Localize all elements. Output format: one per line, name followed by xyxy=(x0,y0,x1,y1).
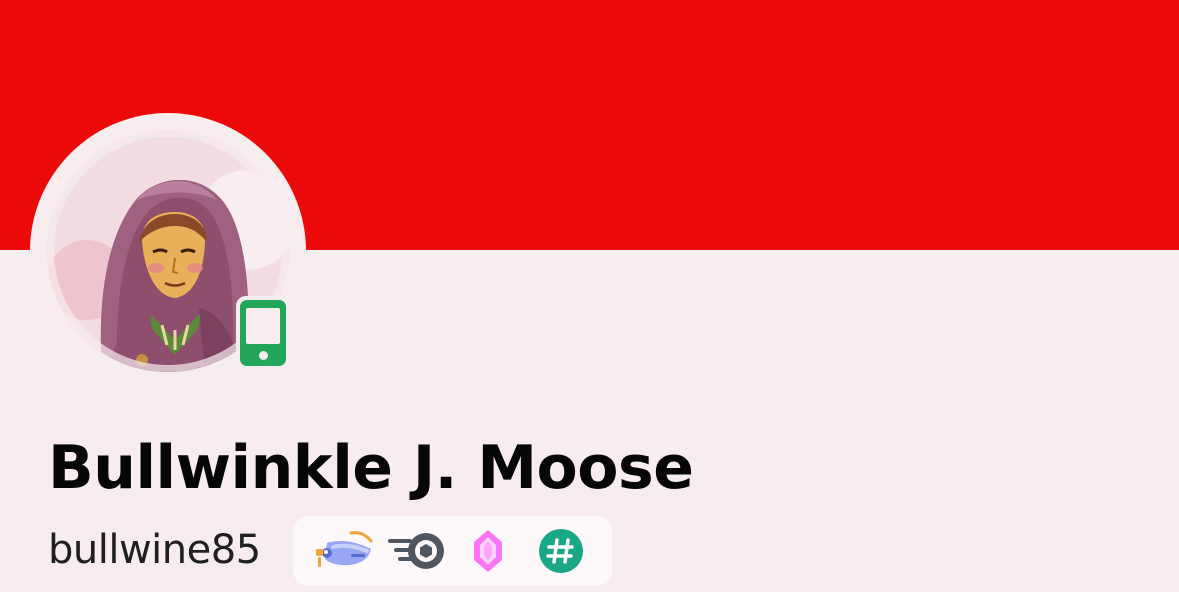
user-profile-card: Bullwinkle J. Moose bullwine85 xyxy=(0,0,1179,592)
badge-list xyxy=(293,516,612,586)
avatar-container[interactable] xyxy=(30,113,306,389)
username[interactable]: bullwine85 xyxy=(48,522,261,578)
nitro-badge-icon[interactable] xyxy=(388,529,448,573)
phone-screen xyxy=(246,308,280,344)
mobile-status-icon xyxy=(240,300,286,366)
quest-badge-icon[interactable] xyxy=(313,529,373,573)
phone-button xyxy=(259,351,268,360)
display-name: Bullwinkle J. Moose xyxy=(48,433,694,503)
server-boost-gem-icon[interactable] xyxy=(458,529,518,573)
status-indicator xyxy=(236,296,290,370)
hashtag-badge-icon[interactable] xyxy=(531,529,591,573)
